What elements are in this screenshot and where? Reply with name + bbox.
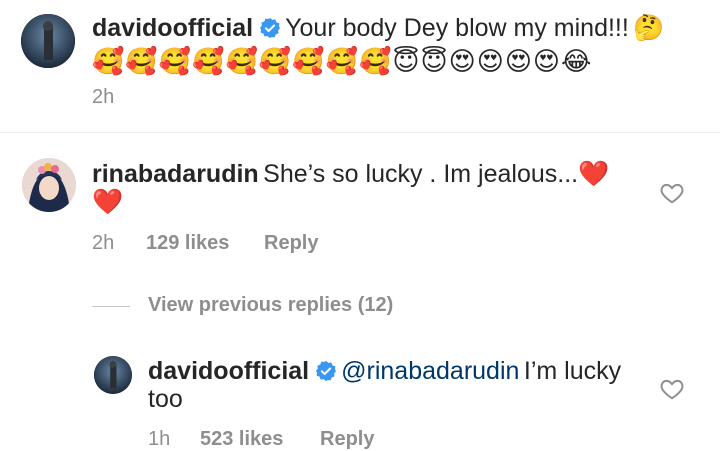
reply-avatar[interactable] <box>94 356 132 394</box>
caption-emoji: 🥰 <box>192 46 226 76</box>
caption-emoji: 😍 <box>476 46 505 76</box>
caption-emoji: 🥰 <box>325 46 359 76</box>
comment-second-line: ❤️ <box>92 188 124 216</box>
comment-username[interactable]: rinabadarudin <box>92 160 259 188</box>
caption-emoji: 🥰 <box>258 46 293 76</box>
caption-emoji: 🥰 <box>125 46 159 76</box>
thinking-emoji: 🤔 <box>633 14 665 42</box>
like-reply-heart-icon[interactable] <box>659 376 685 402</box>
caption-emoji: 😂 <box>561 46 593 76</box>
view-previous-replies-button[interactable]: View previous replies (12) <box>148 294 393 317</box>
comment-reply-button[interactable]: Reply <box>264 232 318 255</box>
replies-line-decoration <box>92 306 130 307</box>
divider <box>0 132 720 133</box>
caption-emoji: 🥰 <box>359 46 393 76</box>
reply-username[interactable]: davidoofficial <box>148 357 309 385</box>
caption-emoji: 🥰 <box>225 46 259 76</box>
verified-badge-icon <box>259 17 281 39</box>
reply-text-line2: too <box>148 385 183 413</box>
caption-emoji: 🥰 <box>92 46 126 76</box>
reply-text: I’m lucky <box>523 357 622 385</box>
comment-avatar[interactable] <box>22 158 76 212</box>
caption-emoji: 😇 <box>420 46 449 76</box>
post-caption-line: davidoofficial Your body Dey blow my min… <box>92 14 664 43</box>
caption-emoji: 🥰 <box>292 46 326 76</box>
comment-line: rinabadarudin She’s so lucky . Im jealou… <box>92 160 609 189</box>
reply-line: davidoofficial @rinabadarudin I’m lucky <box>148 357 621 386</box>
post-username[interactable]: davidoofficial <box>92 14 253 42</box>
caption-emoji: 🥰 <box>158 46 193 76</box>
like-comment-heart-icon[interactable] <box>659 180 685 206</box>
comment-timestamp: 2h <box>92 232 115 254</box>
caption-emoji: 😇 <box>392 46 421 76</box>
caption-emoji: 😍 <box>448 46 477 76</box>
caption-emoji: 😍 <box>504 46 533 76</box>
heart-emoji: ❤️ <box>578 160 610 188</box>
post-avatar[interactable] <box>21 14 75 68</box>
post-emoji-row: 🥰🥰🥰🥰🥰🥰🥰🥰🥰😇😇😍😍😍😍😂 <box>92 46 592 76</box>
comment-text: She’s so lucky . Im jealous... <box>263 160 579 188</box>
post-timestamp: 2h <box>92 86 115 108</box>
caption-emoji: 😍 <box>532 46 562 76</box>
comment-likes-count[interactable]: 129 likes <box>146 232 229 255</box>
post-caption: Your body Dey blow my mind!!! <box>285 14 629 42</box>
verified-badge-icon <box>315 360 337 382</box>
reply-mention-link[interactable]: @rinabadarudin <box>341 357 519 385</box>
